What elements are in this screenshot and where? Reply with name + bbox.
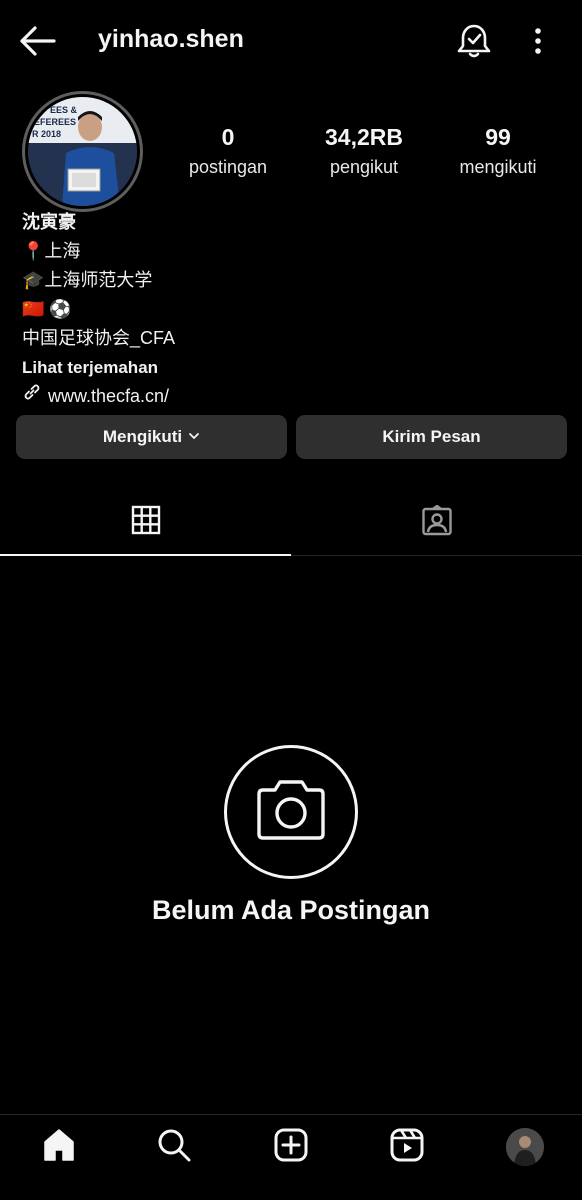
avatar-banner-line-3: R 2018 bbox=[32, 129, 61, 139]
empty-posts-text: Belum Ada Postingan bbox=[151, 895, 431, 925]
search-icon bbox=[156, 1127, 192, 1168]
profile-username: yinhao.shen bbox=[98, 25, 244, 53]
profile-tabs bbox=[0, 490, 582, 556]
avatar-banner-line-2: EFEREES bbox=[34, 117, 76, 127]
bio-emojis: 🇨🇳 ⚽ bbox=[22, 299, 72, 319]
camera-icon-ring bbox=[224, 745, 358, 879]
chevron-down-icon bbox=[188, 427, 200, 447]
tab-posts-grid[interactable] bbox=[0, 490, 291, 556]
bio-location: 📍上海 bbox=[22, 241, 81, 261]
profile-avatar-mini bbox=[506, 1128, 544, 1166]
following-count[interactable]: 99 mengikuti bbox=[448, 122, 548, 182]
add-icon bbox=[273, 1127, 309, 1168]
followers-count-value: 34,2RB bbox=[325, 124, 403, 150]
nav-create[interactable] bbox=[271, 1127, 311, 1167]
bio-display-name: 沈寅豪 bbox=[22, 212, 76, 232]
profile-avatar-ring[interactable]: EES & EFEREES R 2018 bbox=[22, 91, 143, 212]
posts-count: 0 postingan bbox=[178, 122, 278, 182]
profile-bio: 沈寅豪 📍上海 🎓上海师范大学 🇨🇳 ⚽ 中国足球协会_CFA Lihat te… bbox=[22, 208, 562, 411]
profile-avatar: EES & EFEREES R 2018 bbox=[28, 97, 137, 206]
posts-count-value: 0 bbox=[221, 124, 235, 150]
followers-count[interactable]: 34,2RB pengikut bbox=[312, 122, 416, 182]
grid-icon bbox=[131, 505, 161, 540]
bell-icon[interactable] bbox=[455, 22, 493, 60]
message-button-label: Kirim Pesan bbox=[382, 427, 481, 446]
nav-reels[interactable] bbox=[387, 1127, 427, 1167]
bio-organization: 中国足球协会_CFA bbox=[22, 328, 176, 348]
see-translation-link[interactable]: Lihat terjemahan bbox=[22, 353, 562, 382]
bio-website-text: www.thecfa.cn/ bbox=[48, 386, 170, 406]
following-count-value: 99 bbox=[485, 124, 511, 150]
following-button-label: Mengikuti bbox=[102, 427, 183, 446]
nav-search[interactable] bbox=[154, 1127, 194, 1167]
followers-count-label: pengikut bbox=[329, 157, 399, 177]
posts-count-label: postingan bbox=[188, 157, 268, 177]
following-button[interactable]: Mengikuti bbox=[16, 415, 287, 459]
avatar-banner-line-1: EES & bbox=[50, 105, 78, 115]
bottom-navigation bbox=[0, 1114, 582, 1200]
nav-profile[interactable] bbox=[505, 1127, 545, 1167]
empty-posts-state: Belum Ada Postingan bbox=[0, 745, 582, 926]
nav-home[interactable] bbox=[39, 1127, 79, 1167]
home-icon bbox=[41, 1127, 77, 1168]
more-vertical-icon[interactable] bbox=[526, 24, 550, 58]
link-icon bbox=[22, 382, 42, 411]
camera-icon bbox=[253, 778, 329, 847]
tab-tagged[interactable] bbox=[291, 490, 582, 556]
back-arrow-icon[interactable] bbox=[18, 24, 58, 58]
top-bar: yinhao.shen bbox=[0, 0, 582, 84]
message-button[interactable]: Kirim Pesan bbox=[296, 415, 567, 459]
bio-school: 🎓上海师范大学 bbox=[22, 270, 153, 290]
tagged-person-icon bbox=[421, 504, 453, 542]
reels-icon bbox=[389, 1127, 425, 1168]
bio-website-link[interactable]: www.thecfa.cn/ bbox=[22, 382, 562, 411]
following-count-label: mengikuti bbox=[459, 157, 537, 177]
